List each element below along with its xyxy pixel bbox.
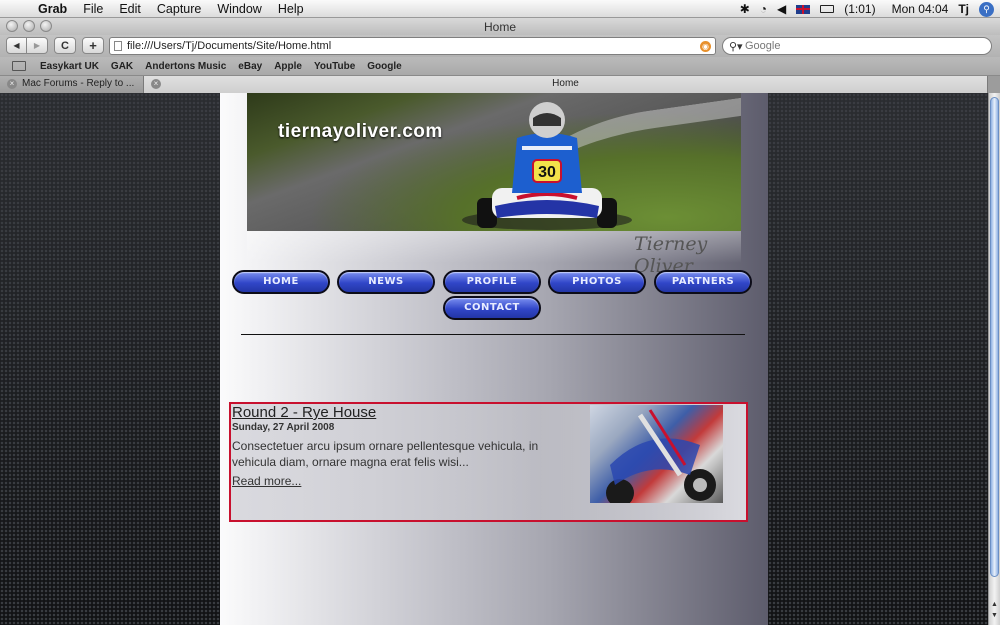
browser-toolbar: ◀ ▶ C + file:///Users/Tj/Documents/Site/… [0, 35, 1000, 57]
news-date: Sunday, 27 April 2008 [232, 422, 335, 433]
nav-home-button[interactable]: Home [232, 270, 330, 294]
search-icon: ⚲▾ [729, 41, 743, 53]
bookmark-youtube[interactable]: YouTube [308, 61, 361, 72]
battery-icon[interactable] [820, 5, 835, 13]
bookmark-google[interactable]: Google [361, 61, 407, 72]
user-menu[interactable]: Tj [958, 2, 969, 16]
menu-app-grab[interactable]: Grab [30, 2, 75, 16]
tab-bar: × Mac Forums - Reply to ... × Home [0, 76, 1000, 93]
nav-contact-button[interactable]: Contact [443, 296, 541, 320]
read-more-link[interactable]: Read more... [232, 474, 301, 488]
news-photo-image [606, 409, 716, 503]
page-container: 30 tiernayoliver.com Tierney Oliver Home… [220, 93, 768, 625]
kart-driver-image: 30 [462, 102, 632, 230]
menu-window[interactable]: Window [209, 2, 269, 16]
rss-icon[interactable]: ◉ [700, 41, 711, 52]
scroll-down-icon[interactable]: ▼ [990, 612, 999, 622]
menu-help[interactable]: Help [270, 2, 312, 16]
tab-label: Mac Forums - Reply to ... [22, 78, 135, 89]
battery-time: (1:01) [844, 2, 876, 16]
window-title: Home [483, 20, 516, 34]
search-field[interactable]: ⚲▾ Google [722, 37, 992, 55]
header-banner: 30 tiernayoliver.com [247, 93, 741, 231]
reload-button[interactable]: C [54, 37, 76, 54]
nav-profile-button[interactable]: Profile [443, 270, 541, 294]
bookmarks-book-icon[interactable] [12, 61, 26, 71]
news-excerpt: Consectetuer arcu ipsum ornare pellentes… [232, 439, 539, 469]
volume-icon[interactable]: ◀ [777, 2, 786, 16]
bluetooth-icon[interactable]: ✱ [740, 2, 750, 16]
forward-button[interactable]: ▶ [27, 37, 48, 54]
plus-icon: + [89, 38, 97, 53]
back-button[interactable]: ◀ [6, 37, 27, 54]
news-photo[interactable] [590, 405, 723, 503]
menu-file[interactable]: File [75, 2, 111, 16]
tab-mac-forums[interactable]: × Mac Forums - Reply to ... [0, 76, 144, 93]
close-tab-icon[interactable]: × [151, 79, 161, 89]
scrollbar-thumb[interactable] [990, 97, 999, 577]
bookmarks-bar: Easykart UK GAK Andertons Music eBay App… [0, 57, 1000, 76]
address-bar[interactable]: file:///Users/Tj/Documents/Site/Home.htm… [109, 37, 716, 55]
divider [241, 334, 745, 335]
back-arrow-icon: ◀ [13, 41, 20, 50]
menu-bar: Grab File Edit Capture Window Help ✱ ◔ ◀… [0, 0, 1000, 18]
tab-home[interactable]: × Home [144, 76, 988, 93]
bookmark-ebay[interactable]: eBay [232, 61, 268, 72]
nav-photos-button[interactable]: Photos [548, 270, 646, 294]
vertical-scrollbar[interactable]: ▲ ▼ [988, 93, 1000, 625]
bookmark-apple[interactable]: Apple [268, 61, 308, 72]
address-text: file:///Users/Tj/Documents/Site/Home.htm… [127, 40, 332, 52]
clock[interactable]: Mon 04:04 [892, 2, 949, 16]
nav-buttons: ◀ ▶ [6, 37, 48, 54]
wifi-icon[interactable]: ◔ [760, 2, 767, 16]
news-title-link[interactable]: Round 2 - Rye House [232, 404, 376, 421]
search-placeholder: Google [745, 40, 781, 52]
site-logo-text: tiernayoliver.com [278, 121, 443, 142]
menu-extras: ✱ ◔ ◀ (1:01) Mon 04:04 Tj ⚲ [740, 0, 994, 18]
flag-icon[interactable] [796, 4, 811, 14]
forward-arrow-icon: ▶ [33, 41, 41, 50]
nav-news-button[interactable]: News [337, 270, 435, 294]
kart-number: 30 [538, 164, 556, 181]
window-title-bar: Home [0, 18, 1000, 35]
tab-label: Home [552, 78, 579, 89]
bookmark-gak[interactable]: GAK [105, 61, 139, 72]
menu-edit[interactable]: Edit [111, 2, 149, 16]
scroll-up-icon[interactable]: ▲ [990, 601, 999, 611]
bookmark-easykart[interactable]: Easykart UK [34, 61, 105, 72]
menu-capture[interactable]: Capture [149, 2, 209, 16]
add-bookmark-button[interactable]: + [82, 37, 104, 54]
document-icon [114, 41, 122, 51]
bookmark-andertons[interactable]: Andertons Music [139, 61, 232, 72]
close-tab-icon[interactable]: × [7, 79, 17, 89]
spotlight-icon[interactable]: ⚲ [979, 1, 994, 17]
nav-partners-button[interactable]: Partners [654, 270, 752, 294]
web-viewport: 30 tiernayoliver.com Tierney Oliver Home… [0, 93, 988, 625]
reload-icon: C [61, 39, 69, 52]
news-item: Round 2 - Rye House Sunday, 27 April 200… [229, 402, 748, 522]
